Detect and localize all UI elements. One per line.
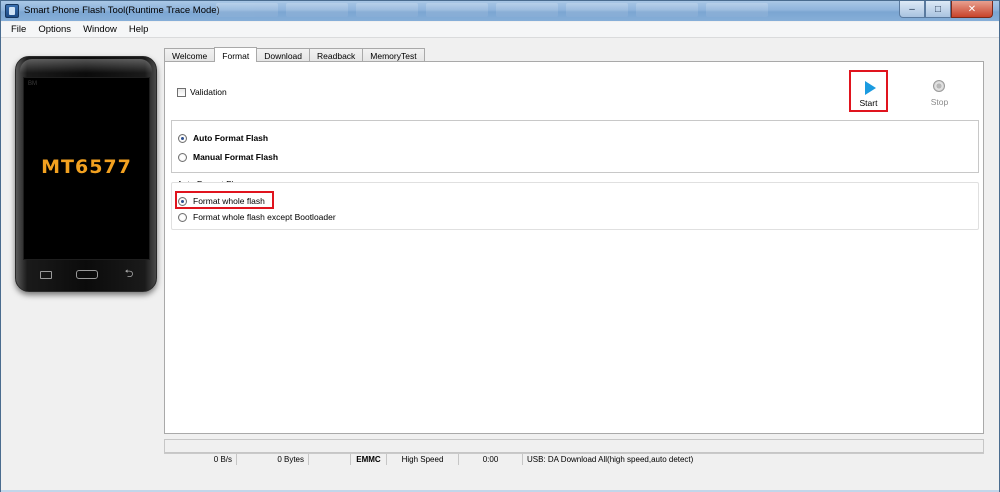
format-whole-flash-label: Format whole flash <box>193 196 265 206</box>
stop-button[interactable]: Stop <box>925 72 954 110</box>
format-whole-flash-radio[interactable] <box>178 196 187 206</box>
status-time: 0:00 <box>459 454 523 465</box>
validation-label: Validation <box>190 87 227 97</box>
manual-format-label: Manual Format Flash <box>193 152 279 162</box>
auto-format-radio[interactable] <box>178 133 187 143</box>
close-button[interactable]: ✕ <box>951 1 993 18</box>
menu-file[interactable]: File <box>1 22 32 38</box>
manual-format-option[interactable]: Manual Format Flash <box>178 152 278 162</box>
title-bar[interactable]: Smart Phone Flash Tool(Runtime Trace Mod… <box>1 1 999 21</box>
stop-icon <box>933 80 945 92</box>
status-bar: 0 B/s 0 Bytes EMMC High Speed 0:00 USB: … <box>164 453 984 465</box>
phone-brand: BM <box>28 81 37 87</box>
app-window: Smart Phone Flash Tool(Runtime Trace Mod… <box>0 0 1000 492</box>
status-storage: EMMC <box>351 454 387 465</box>
format-panel: Validation Start Stop Auto Format Flash … <box>164 61 984 434</box>
tab-bar: Welcome Format Download Readback MemoryT… <box>164 47 425 62</box>
menu-window[interactable]: Window <box>77 22 123 38</box>
taskbar-ghost <box>216 3 836 19</box>
format-mode-group: Auto Format Flash Manual Format Flash <box>171 120 979 173</box>
tab-memorytest[interactable]: MemoryTest <box>362 48 425 62</box>
window-title: Smart Phone Flash Tool(Runtime Trace Mod… <box>24 5 220 16</box>
menu-options[interactable]: Options <box>32 22 77 38</box>
tab-download[interactable]: Download <box>256 48 311 62</box>
window-controls: – □ ✕ <box>899 1 993 18</box>
start-label: Start <box>859 98 878 108</box>
stop-label: Stop <box>930 97 949 107</box>
validation-checkbox[interactable] <box>177 87 186 97</box>
tab-format[interactable]: Format <box>214 47 258 62</box>
auto-format-option[interactable]: Auto Format Flash <box>178 133 268 143</box>
menu-bar: File Options Window Help <box>1 22 999 38</box>
auto-format-label: Auto Format Flash <box>193 133 269 143</box>
format-except-bootloader-label: Format whole flash except Bootloader <box>193 212 336 222</box>
home-key-icon <box>76 270 98 279</box>
status-speed: 0 B/s <box>164 454 237 465</box>
app-icon <box>5 4 19 18</box>
phone-screen: BM MT6577 <box>23 77 150 260</box>
tab-welcome[interactable]: Welcome <box>164 48 216 62</box>
phone-illustration: BM MT6577 ⮌ <box>15 56 157 292</box>
validation-option[interactable]: Validation <box>177 87 227 97</box>
progress-bar <box>164 439 984 453</box>
auto-format-flag-group: Format whole flash Format whole flash ex… <box>171 182 979 230</box>
back-key-icon: ⮌ <box>124 268 134 280</box>
format-whole-flash-option[interactable]: Format whole flash <box>178 196 265 206</box>
format-except-bootloader-option[interactable]: Format whole flash except Bootloader <box>178 212 336 222</box>
maximize-button[interactable]: □ <box>925 1 951 18</box>
chip-model-label: MT6577 <box>41 156 132 178</box>
play-icon <box>865 81 876 95</box>
minimize-button[interactable]: – <box>899 1 925 18</box>
status-mode: High Speed <box>387 454 459 465</box>
tab-readback[interactable]: Readback <box>309 48 364 62</box>
start-button[interactable]: Start <box>849 70 888 112</box>
status-bytes: 0 Bytes <box>237 454 309 465</box>
menu-key-icon <box>38 270 52 279</box>
format-except-bootloader-radio[interactable] <box>178 212 187 222</box>
manual-format-radio[interactable] <box>178 152 187 162</box>
status-usb: USB: DA Download All(high speed,auto det… <box>527 455 694 464</box>
menu-help[interactable]: Help <box>123 22 155 38</box>
